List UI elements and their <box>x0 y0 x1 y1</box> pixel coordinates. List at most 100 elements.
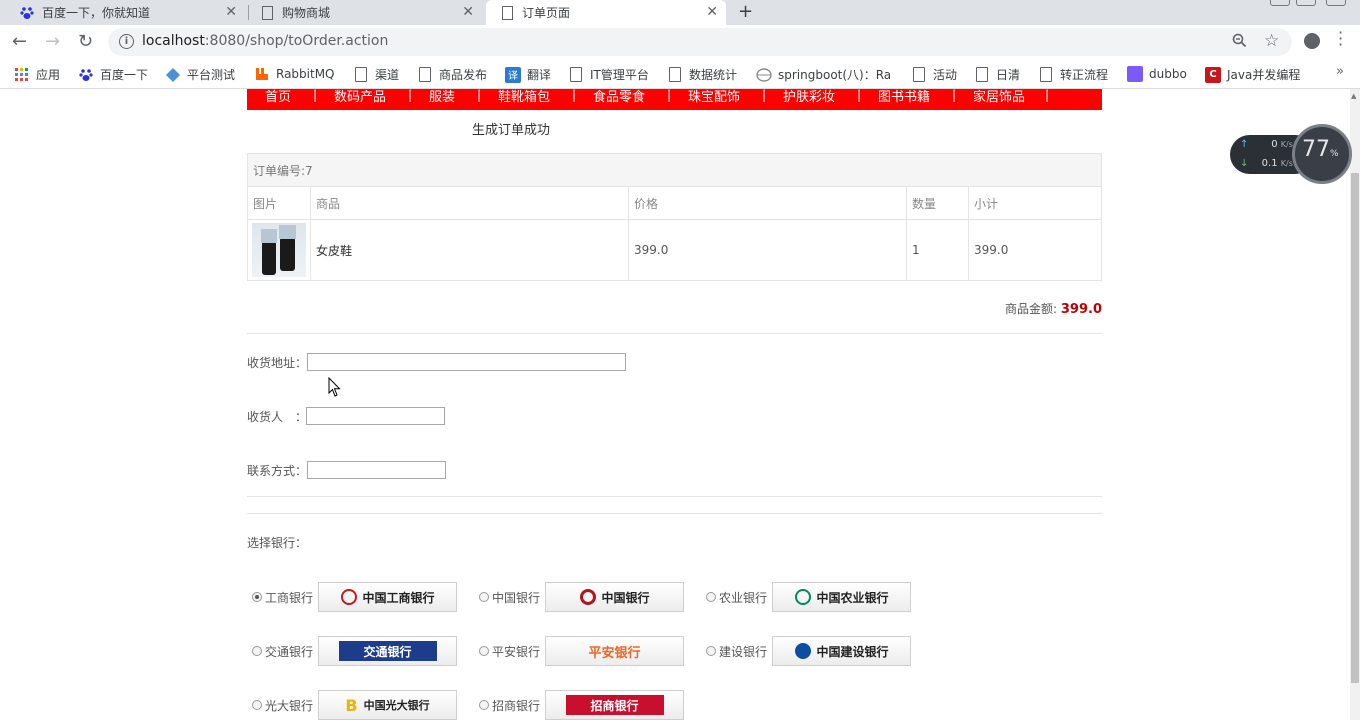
bookmark-channel[interactable]: 渠道 <box>355 66 399 83</box>
cmb-logo[interactable]: 招商银行 <box>545 690 685 720</box>
bookmark-apps[interactable]: 应用 <box>14 66 60 83</box>
close-icon[interactable]: ✕ <box>462 4 474 20</box>
bookmark-label: 商品发布 <box>439 68 488 82</box>
bookmark-platform-test[interactable]: 平台测试 <box>165 66 235 83</box>
bookmark-regularization[interactable]: 转正流程 <box>1040 66 1108 83</box>
column-header-image: 图片 <box>247 186 311 220</box>
bookmark-java-concurrency[interactable]: C Java并发编程 <box>1205 66 1300 83</box>
url-text[interactable]: localhost:8080/shop/toOrder.action <box>142 33 388 49</box>
back-arrow-icon[interactable]: ← <box>12 31 27 52</box>
product-image[interactable] <box>252 223 306 277</box>
new-tab-button[interactable]: + <box>738 1 753 22</box>
mouse-cursor-icon <box>328 376 342 401</box>
reload-icon[interactable]: ↻ <box>78 31 93 52</box>
bank-name: 中国银行 <box>492 590 541 605</box>
phone-input[interactable] <box>307 461 446 479</box>
bookmark-label: 转正流程 <box>1060 68 1109 82</box>
boc-logo[interactable]: 中国银行 <box>545 582 685 612</box>
table-header-row: 图片 商品 价格 数量 小计 <box>247 186 1102 220</box>
close-icon[interactable]: ✕ <box>225 4 237 20</box>
bank-radio[interactable] <box>706 592 716 602</box>
page-icon <box>976 67 988 82</box>
tab-order[interactable]: 订单页面 ✕ <box>486 0 726 25</box>
close-icon[interactable]: ✕ <box>706 4 718 20</box>
bocom-logo[interactable]: 交通银行 <box>318 636 458 666</box>
nav-shoes-bags[interactable]: 鞋靴箱包 <box>498 89 550 105</box>
info-icon[interactable]: i <box>119 34 134 49</box>
bank-radio[interactable] <box>706 646 716 656</box>
nav-home-decor[interactable]: 家居饰品 <box>973 89 1025 105</box>
abc-logo[interactable]: 中国农业银行 <box>772 582 912 612</box>
nav-clothing[interactable]: 服装 <box>429 89 455 105</box>
table-row: 女皮鞋 399.0 1 399.0 <box>247 219 1102 281</box>
zoom-icon[interactable] <box>1232 33 1247 52</box>
scrollbar-thumb[interactable] <box>1351 173 1359 683</box>
bank-option-bocom[interactable]: 交通银行 交通银行 <box>252 636 458 666</box>
pingan-logo[interactable]: 平安银行 <box>545 636 685 666</box>
tab-strip: 百度一下，你就知道 ✕ 购物商城 ✕ 订单页面 ✕ + <box>0 0 1360 25</box>
bookmark-dubbo[interactable]: dubbo <box>1127 66 1187 82</box>
bank-radio[interactable] <box>479 646 489 656</box>
icbc-logo[interactable]: 中国工商银行 <box>318 582 458 612</box>
bookmark-label: RabbitMQ <box>276 67 335 81</box>
browser-menu-icon[interactable]: · · · <box>1338 25 1343 53</box>
bank-radio[interactable] <box>252 592 262 602</box>
profile-avatar-icon[interactable] <box>1304 33 1320 49</box>
bookmark-daily[interactable]: 日清 <box>976 66 1020 83</box>
nav-home[interactable]: 首页 <box>265 89 291 105</box>
bookmark-statistics[interactable]: 数据统计 <box>669 66 737 83</box>
network-speed-widget[interactable]: ↑ 0 K/s ↓ 0.1 K/s 77% <box>1230 124 1352 184</box>
product-image-cell <box>247 219 311 281</box>
minimize-window-icon[interactable] <box>1270 0 1290 6</box>
bank-option-icbc[interactable]: 工商银行 中国工商银行 <box>252 582 458 612</box>
close-window-icon[interactable] <box>1326 0 1346 6</box>
column-header-quantity: 数量 <box>906 186 969 220</box>
forward-arrow-icon[interactable]: → <box>45 31 60 52</box>
bank-option-cmb[interactable]: 招商银行 招商银行 <box>479 690 685 720</box>
memory-usage-percent: 77% <box>1302 137 1339 162</box>
bookmark-baidu[interactable]: 百度一下 <box>78 66 148 83</box>
address-bar[interactable]: i localhost:8080/shop/toOrder.action ☆ <box>108 28 1292 56</box>
tab-title: 百度一下，你就知道 <box>42 6 151 20</box>
tab-baidu[interactable]: 百度一下，你就知道 ✕ <box>20 0 245 25</box>
nav-separator: | <box>477 89 482 102</box>
bookmark-activity[interactable]: 活动 <box>913 66 957 83</box>
bank-radio[interactable] <box>252 700 262 710</box>
nav-separator: | <box>762 89 767 102</box>
bank-radio[interactable] <box>479 700 489 710</box>
ceb-logo[interactable]: B 中国光大银行 <box>318 690 458 720</box>
maximize-window-icon[interactable] <box>1296 0 1316 6</box>
product-name: 女皮鞋 <box>310 219 629 281</box>
tab-title: 购物商城 <box>282 6 331 20</box>
bank-option-ceb[interactable]: 光大银行 B 中国光大银行 <box>252 690 458 720</box>
nav-jewelry[interactable]: 珠宝配饰 <box>688 89 740 105</box>
scroll-up-icon[interactable]: ▲ <box>1351 92 1356 100</box>
bookmarks-bar: 应用 百度一下 平台测试 RabbitMQ 渠道 商品发布 译 翻译 IT管理平… <box>0 60 1360 89</box>
receiver-input[interactable] <box>306 407 445 425</box>
nav-digital[interactable]: 数码产品 <box>334 89 386 105</box>
bookmark-rabbitmq[interactable]: RabbitMQ <box>254 66 335 82</box>
bookmark-publish[interactable]: 商品发布 <box>419 66 487 83</box>
bank-radio[interactable] <box>479 592 489 602</box>
bank-option-boc[interactable]: 中国银行 中国银行 <box>479 582 685 612</box>
receiver-label: 收货人 ： <box>247 410 308 424</box>
bookmarks-more-icon[interactable]: » <box>1336 64 1344 79</box>
page-scrollbar[interactable]: ▲ <box>1350 89 1360 720</box>
nav-cosmetics[interactable]: 护肤彩妆 <box>783 89 835 105</box>
ccb-logo[interactable]: 中国建设银行 <box>772 636 912 666</box>
bookmark-translate[interactable]: 译 翻译 <box>505 66 551 83</box>
bank-logo-text: 中国银行 <box>601 590 650 605</box>
nav-food[interactable]: 食品零食 <box>593 89 645 105</box>
bank-name: 平安银行 <box>492 644 541 659</box>
bank-option-abc[interactable]: 农业银行 中国农业银行 <box>706 582 912 612</box>
bank-option-ccb[interactable]: 建设银行 中国建设银行 <box>706 636 912 666</box>
bookmark-it-platform[interactable]: IT管理平台 <box>570 66 649 83</box>
address-input[interactable] <box>307 353 626 371</box>
tab-shop[interactable]: 购物商城 ✕ <box>260 0 482 25</box>
bookmark-springboot[interactable]: springboot(八)：Ra <box>756 66 890 83</box>
bookmark-star-icon[interactable]: ☆ <box>1264 31 1279 51</box>
nav-separator: | <box>1045 89 1050 102</box>
bank-option-pingan[interactable]: 平安银行 平安银行 <box>479 636 685 666</box>
nav-books[interactable]: 图书书籍 <box>878 89 930 105</box>
bank-radio[interactable] <box>252 646 262 656</box>
